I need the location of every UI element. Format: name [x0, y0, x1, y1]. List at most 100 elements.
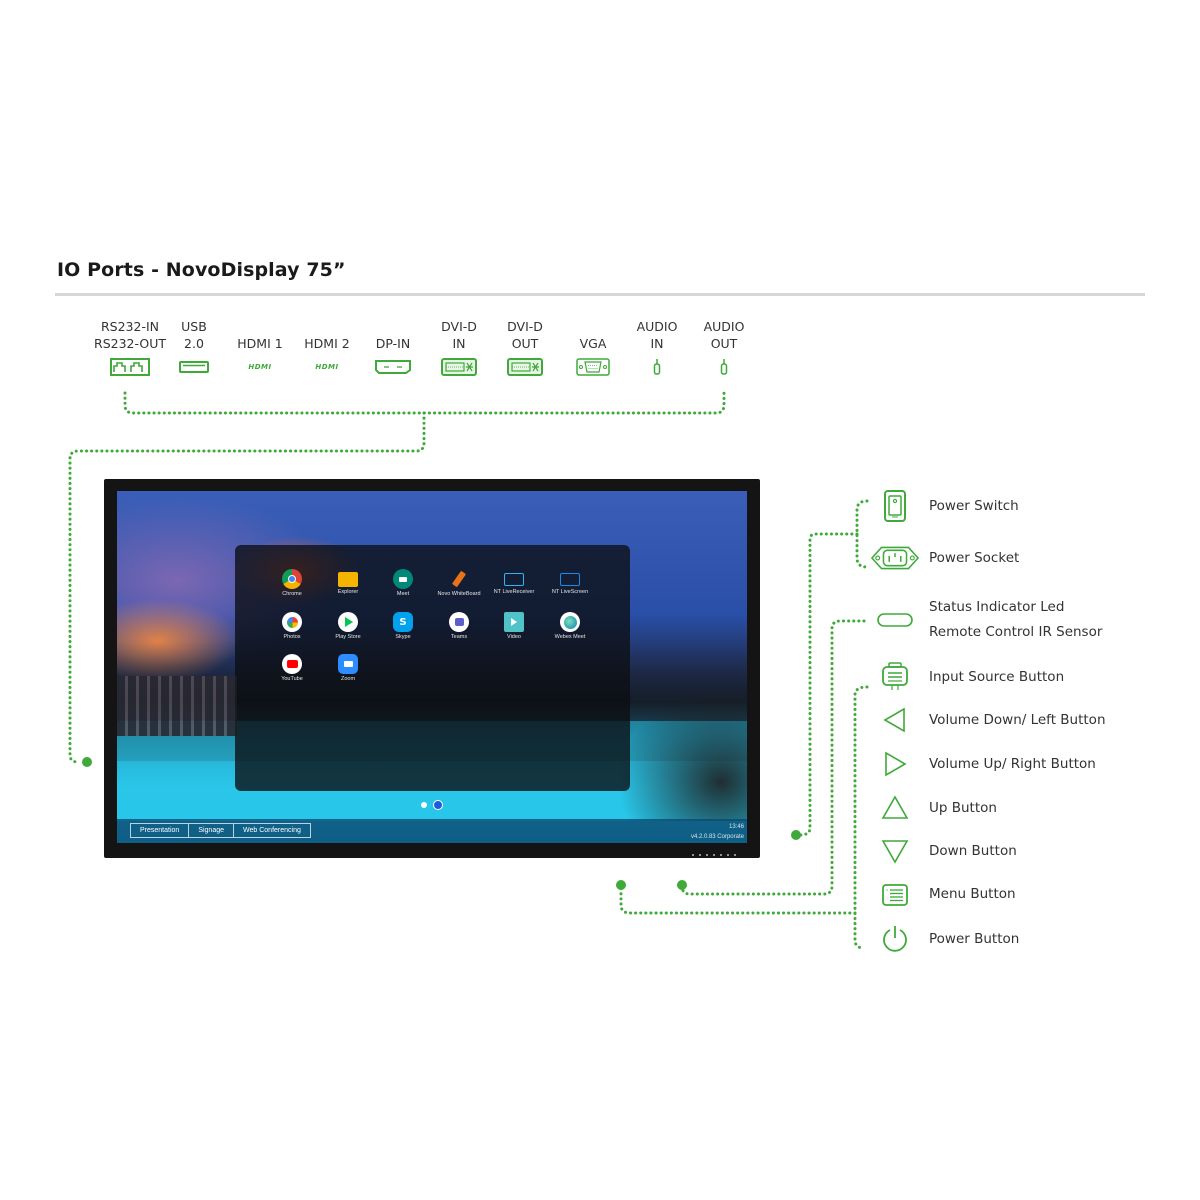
app-label: YouTube — [281, 676, 303, 682]
app-label: Zoom — [340, 676, 356, 682]
control-label: Menu Button — [929, 886, 1016, 902]
control-label: Down Button — [929, 842, 1017, 859]
port-audio-out: AUDIO OUT — [679, 318, 769, 382]
power-socket-icon — [870, 545, 920, 571]
app-label: Webex Meet — [554, 634, 586, 640]
control-label: Volume Up/ Right Button — [929, 755, 1096, 772]
power-icon — [870, 925, 920, 953]
title-divider — [55, 293, 1145, 296]
app-label: Meet — [396, 591, 410, 597]
bezel-buttons — [692, 854, 736, 856]
app-nt-livereceiver[interactable]: NT LiveReceiver — [482, 569, 546, 595]
app-meet[interactable]: Meet — [371, 569, 435, 597]
wallpaper-rocks — [617, 691, 747, 821]
bezel-button — [692, 854, 694, 856]
bezel-button — [699, 854, 701, 856]
chrome-icon — [282, 569, 302, 589]
control-label: Up Button — [929, 799, 997, 816]
mode-tabs: Presentation Signage Web Conferencing — [130, 823, 311, 838]
marker-icon — [449, 569, 469, 589]
meet-icon — [393, 569, 413, 589]
input-source-icon — [870, 662, 920, 692]
app-label: Video — [507, 634, 521, 640]
control-status-led: Status Indicator Led Remote Control IR S… — [870, 595, 1102, 645]
app-label: Skype — [395, 634, 411, 640]
app-launcher: Chrome Explorer Meet Novo WhiteBoard NT … — [235, 545, 630, 791]
page-dot[interactable] — [421, 802, 427, 808]
bezel-button — [706, 854, 708, 856]
hdmi-logo-icon: HDMI — [315, 362, 339, 371]
connector-dot-buttons — [616, 880, 626, 890]
app-photos[interactable]: Photos — [260, 612, 324, 640]
firmware-version: v4.2.0.83 Corporate — [690, 834, 744, 840]
control-power-socket: Power Socket — [870, 545, 1019, 571]
youtube-icon — [282, 654, 302, 674]
port-label-line1: AUDIO — [703, 319, 745, 334]
clock-time: 13:46 — [728, 824, 744, 830]
wallpaper-buildings — [117, 676, 237, 736]
port-label-line2: OUT — [710, 336, 738, 351]
menu-icon — [870, 883, 920, 907]
hdmi-logo-icon: HDMI — [248, 362, 272, 371]
skype-icon: S — [393, 612, 413, 632]
control-label: Volume Down/ Left Button — [929, 711, 1106, 728]
connector-dot-led — [677, 880, 687, 890]
app-chrome[interactable]: Chrome — [260, 569, 324, 597]
control-up: Up Button — [870, 795, 997, 821]
connector-power-group — [855, 499, 869, 569]
app-skype[interactable]: S Skype — [371, 612, 435, 640]
triangle-left-icon — [870, 707, 920, 733]
webex-icon — [560, 612, 580, 632]
control-label: Power Socket — [929, 549, 1020, 566]
app-label: Chrome — [282, 591, 302, 597]
app-label: NT LiveScreen — [551, 589, 589, 595]
app-nt-livescreen[interactable]: NT LiveScreen — [538, 569, 602, 595]
connector-buttons-to-monitor — [619, 886, 857, 915]
control-power-button: Power Button — [870, 925, 1019, 953]
control-input-source: Input Source Button — [870, 662, 1064, 692]
bezel-button — [734, 854, 736, 856]
connector-buttons-group — [853, 685, 869, 950]
play-store-icon — [338, 612, 358, 632]
app-label: Photos — [283, 634, 301, 640]
power-switch-icon — [870, 490, 920, 522]
connector-power-to-monitor — [798, 532, 859, 837]
bezel-button — [720, 854, 722, 856]
bezel-button — [727, 854, 729, 856]
app-video[interactable]: Video — [482, 612, 546, 640]
connector-dot-monitor-left — [82, 757, 92, 767]
connector-ports-bus — [123, 391, 726, 415]
app-zoom[interactable]: Zoom — [316, 654, 380, 682]
video-icon — [504, 612, 524, 632]
teams-icon — [449, 612, 469, 632]
bezel-button — [713, 854, 715, 856]
mode-tab-web-conferencing[interactable]: Web Conferencing — [234, 824, 310, 837]
control-label: Input Source Button — [929, 668, 1065, 685]
photos-icon — [282, 612, 302, 632]
triangle-right-icon — [870, 751, 920, 777]
app-webex-meet[interactable]: Webex Meet — [538, 612, 602, 640]
folder-icon — [338, 572, 358, 587]
mode-tab-signage[interactable]: Signage — [189, 824, 235, 837]
page-title: IO Ports - NovoDisplay 75” — [57, 259, 346, 281]
control-power-switch: Power Switch — [870, 490, 1019, 522]
status-led-icon — [870, 612, 920, 628]
mode-tab-presentation[interactable]: Presentation — [131, 824, 190, 837]
control-label-group: Status Indicator Led Remote Control IR S… — [929, 595, 1102, 645]
zoom-icon — [338, 654, 358, 674]
page-indicator — [421, 800, 443, 810]
taskbar: Presentation Signage Web Conferencing 13… — [117, 819, 747, 843]
audio-jack-icon — [679, 352, 769, 382]
control-menu: Menu Button — [870, 882, 1016, 907]
control-label: Power Button — [929, 930, 1020, 947]
control-volume-up: Volume Up/ Right Button — [870, 751, 1096, 777]
control-volume-down: Volume Down/ Left Button — [870, 707, 1106, 733]
page-dot-active[interactable] — [433, 800, 443, 810]
app-youtube[interactable]: YouTube — [260, 654, 324, 682]
display-monitor: Chrome Explorer Meet Novo WhiteBoard NT … — [104, 479, 760, 858]
control-label: Remote Control IR Sensor — [929, 624, 1103, 640]
display-screen: Chrome Explorer Meet Novo WhiteBoard NT … — [117, 491, 747, 843]
connector-dot-power — [791, 830, 801, 840]
triangle-up-icon — [870, 795, 920, 821]
cast-receiver-icon — [504, 573, 524, 586]
